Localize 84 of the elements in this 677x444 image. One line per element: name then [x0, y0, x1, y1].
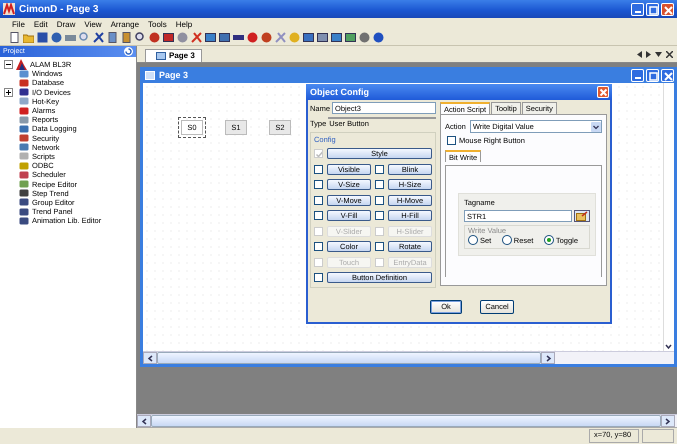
checkbox[interactable] [375, 180, 384, 190]
checkbox[interactable] [375, 211, 384, 220]
module-icon [19, 142, 29, 152]
expand-toggle[interactable] [4, 88, 13, 97]
checkbox[interactable] [314, 242, 323, 252]
module-icon [19, 78, 29, 88]
document-icon[interactable] [9, 32, 20, 43]
close-button[interactable] [597, 86, 609, 98]
refresh-icon[interactable] [124, 47, 133, 56]
module-icon [19, 170, 29, 180]
module-icon [19, 114, 29, 125]
logo-icon [16, 59, 27, 70]
scroll-right-icon[interactable] [646, 50, 651, 58]
module-icon [19, 216, 29, 226]
document-tab[interactable]: Page 3 [145, 49, 202, 62]
window-icon [145, 70, 155, 80]
checkbox[interactable] [314, 273, 323, 282]
minimize-button[interactable] [631, 68, 644, 82]
close-icon [598, 86, 608, 98]
maximize-icon [647, 70, 658, 80]
checkbox[interactable] [447, 136, 456, 145]
radio-button[interactable] [502, 235, 512, 245]
menu-item[interactable]: Arrange [110, 20, 140, 28]
minimize-icon [634, 10, 640, 12]
window-title: Page 3 [159, 70, 188, 80]
module-icon [19, 197, 29, 208]
menu-item[interactable]: Edit [34, 20, 48, 28]
module-icon [19, 160, 29, 171]
close-icon[interactable] [666, 50, 673, 58]
radio-button[interactable] [544, 235, 554, 245]
module-icon [19, 133, 29, 144]
checkbox[interactable] [314, 196, 323, 205]
close-button[interactable] [661, 2, 674, 16]
window-icon[interactable] [205, 32, 216, 43]
horizontal-scrollbar[interactable] [137, 414, 677, 428]
scroll-left-icon[interactable] [637, 50, 642, 58]
window-title: CimonD - Page 3 [19, 4, 98, 14]
menu-item[interactable]: File [12, 20, 25, 28]
module-icon [19, 151, 29, 162]
maximize-button[interactable] [646, 68, 659, 82]
checkbox[interactable] [375, 164, 384, 174]
module-icon [19, 124, 29, 134]
close-icon [662, 4, 673, 14]
module-icon [19, 106, 29, 116]
scroll-down-icon[interactable] [664, 342, 673, 351]
checkbox[interactable] [314, 211, 323, 220]
folder-icon [576, 211, 588, 221]
maximize-button[interactable] [646, 2, 659, 16]
checkbox[interactable] [375, 196, 384, 205]
close-icon [662, 70, 673, 80]
scroll-right-icon[interactable] [663, 416, 672, 426]
status-pane [642, 429, 674, 443]
scroll-left-icon[interactable] [140, 416, 148, 426]
vertical-scrollbar[interactable] [663, 83, 674, 351]
browse-button[interactable] [574, 210, 590, 222]
scroll-left-icon[interactable] [146, 354, 154, 362]
checkbox[interactable] [375, 242, 384, 252]
horizontal-scrollbar[interactable] [143, 351, 674, 364]
collapse-toggle[interactable] [4, 60, 13, 70]
radio-button[interactable] [468, 235, 478, 245]
menu-item[interactable]: Draw [56, 20, 76, 28]
app-logo-icon [3, 3, 15, 15]
module-icon [19, 68, 29, 79]
module-icon [19, 179, 29, 190]
bar-icon[interactable] [233, 32, 244, 43]
dropdown-icon[interactable] [655, 52, 662, 56]
close-button[interactable] [661, 68, 674, 82]
dialog-title: Object Config [310, 87, 369, 97]
minimize-icon [634, 76, 640, 78]
menu-item[interactable]: Tools [148, 20, 167, 28]
scroll-right-icon[interactable] [544, 354, 553, 362]
minimize-button[interactable] [631, 2, 644, 16]
module-icon [19, 96, 29, 106]
window-icon [156, 52, 166, 60]
maximize-icon [647, 4, 658, 14]
module-icon [19, 188, 29, 198]
menu-item[interactable]: View [84, 20, 102, 28]
module-icon [19, 87, 29, 98]
menu-item[interactable]: Help [176, 20, 192, 28]
checkbox[interactable] [314, 180, 323, 190]
dropdown-icon[interactable] [591, 122, 601, 132]
module-icon [19, 206, 29, 217]
folder-icon[interactable] [23, 32, 34, 43]
checkbox[interactable] [314, 164, 323, 174]
